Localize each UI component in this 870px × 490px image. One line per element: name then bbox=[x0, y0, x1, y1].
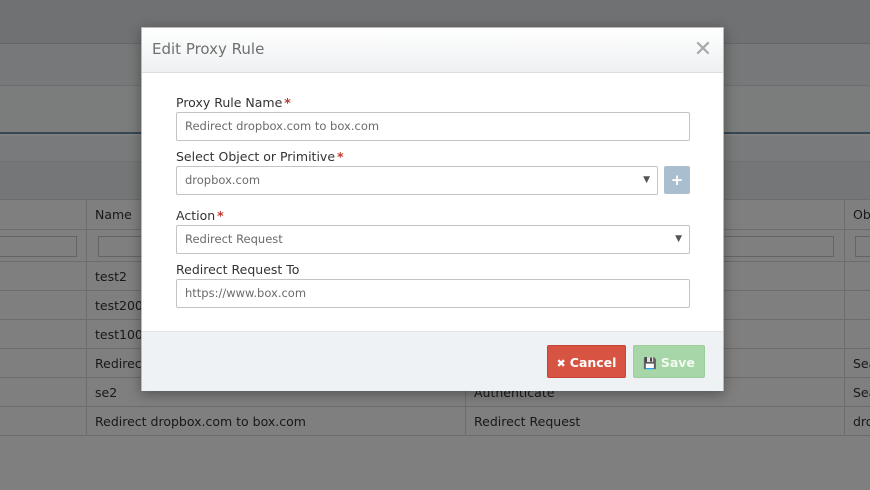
object-select[interactable]: dropbox.com ▼ bbox=[176, 166, 658, 195]
redirect-to-label: Redirect Request To bbox=[176, 262, 300, 277]
chevron-down-icon: ▼ bbox=[675, 234, 682, 244]
close-icon: ✖ bbox=[556, 357, 566, 370]
save-button[interactable]: 💾 Save bbox=[633, 345, 705, 378]
action-label: Action * bbox=[176, 208, 224, 223]
chevron-down-icon: ▼ bbox=[643, 175, 650, 185]
action-select[interactable]: Redirect Request ▼ bbox=[176, 225, 690, 254]
close-icon[interactable]: ✕ bbox=[693, 39, 713, 61]
dialog-footer: ✖ Cancel 💾 Save bbox=[142, 331, 723, 391]
object-select-label: Select Object or Primitive * bbox=[176, 149, 344, 164]
cancel-button[interactable]: ✖ Cancel bbox=[547, 345, 626, 378]
add-object-button[interactable]: + bbox=[664, 166, 690, 194]
dialog-header: Edit Proxy Rule ✕ bbox=[142, 28, 723, 73]
redirect-url-input[interactable]: https://www.box.com bbox=[176, 279, 690, 308]
floppy-disk-icon: 💾 bbox=[643, 357, 657, 370]
required-marker: * bbox=[337, 149, 344, 164]
proxy-rule-name-label: Proxy Rule Name * bbox=[176, 95, 291, 110]
edit-proxy-rule-dialog: Edit Proxy Rule ✕ Proxy Rule Name * Redir… bbox=[141, 27, 724, 391]
dialog-title: Edit Proxy Rule bbox=[152, 40, 265, 58]
required-marker: * bbox=[217, 208, 224, 223]
dialog-body: Proxy Rule Name * Redirect dropbox.com to… bbox=[142, 73, 723, 331]
proxy-rule-name-input[interactable]: Redirect dropbox.com to box.com bbox=[176, 112, 690, 141]
required-marker: * bbox=[284, 95, 291, 110]
